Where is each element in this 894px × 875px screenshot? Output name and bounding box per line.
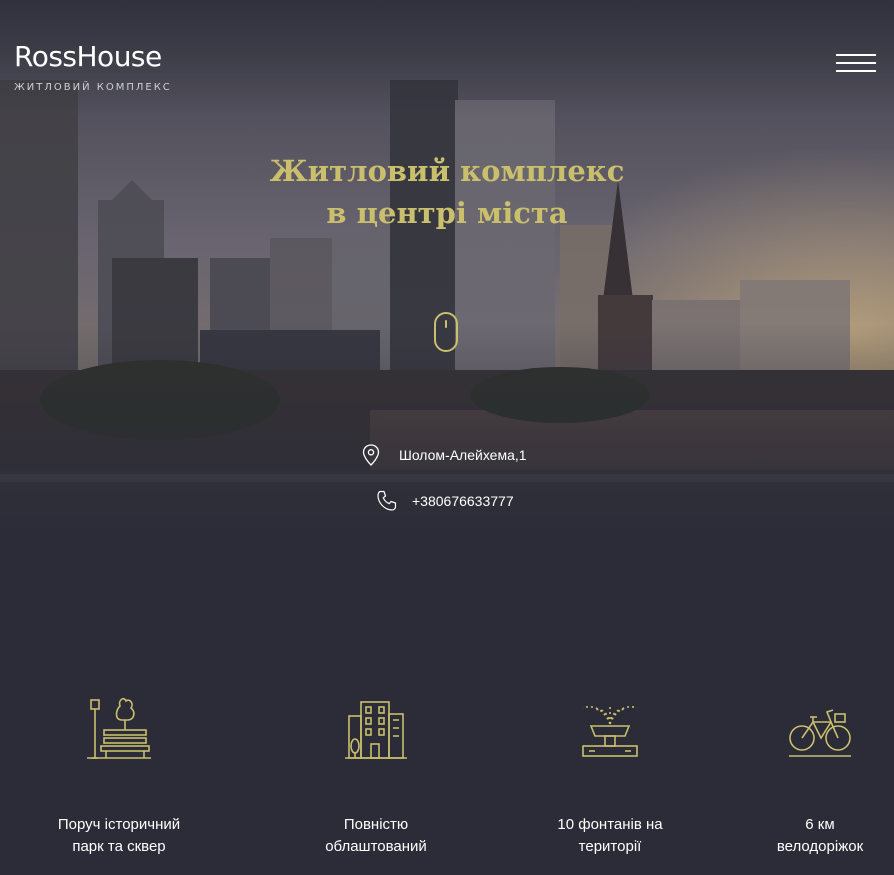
- feature-building: Повністю облаштований: [266, 690, 486, 855]
- feature-label-line-1: Поруч історичний: [57, 816, 181, 833]
- feature-fountains: 10 фонтанів на території: [500, 690, 720, 855]
- feature-label-line-1: 10 фонтанів на: [557, 816, 663, 833]
- headline-line-1: Житловий комплекс: [269, 154, 625, 188]
- feature-bike-paths: 6 км велодоріжок: [710, 690, 894, 855]
- menu-line: [836, 62, 876, 64]
- menu-line: [836, 70, 876, 72]
- address-contact[interactable]: Шолом-Алейхема,1: [362, 444, 527, 466]
- headline-line-2: в центрі міста: [326, 196, 568, 230]
- logo-tagline: ЖИТЛОВИЙ КОМПЛЕКС: [14, 82, 172, 93]
- feature-label-line-1: 6 км: [805, 816, 835, 833]
- fountain-icon: [582, 704, 638, 757]
- feature-label: 6 км велодоріжок: [710, 814, 894, 858]
- feature-label: Повністю облаштований: [266, 814, 486, 858]
- feature-label-line-1: Повністю: [343, 816, 409, 833]
- menu-line: [836, 54, 876, 56]
- address-text: Шолом-Алейхема,1: [399, 447, 527, 463]
- bicycle-icon: [789, 709, 851, 757]
- phone-text: +380676633777: [412, 493, 514, 509]
- features-section: Поруч історичний парк та сквер Повністю …: [0, 690, 894, 875]
- map-pin-icon: [362, 444, 380, 466]
- hero-headline: Житловий комплекс в центрі міста: [0, 150, 894, 234]
- feature-label-line-2: облаштований: [325, 838, 427, 855]
- phone-icon: [377, 490, 397, 511]
- feature-label-line-2: парк та сквер: [72, 838, 166, 855]
- hamburger-icon[interactable]: [836, 52, 878, 74]
- logo[interactable]: RossHouse ЖИТЛОВИЙ КОМПЛЕКС: [14, 40, 172, 94]
- phone-contact[interactable]: +380676633777: [376, 490, 514, 512]
- feature-label-line-2: території: [578, 838, 642, 855]
- building-icon: [345, 701, 407, 759]
- feature-label: 10 фонтанів на території: [500, 814, 720, 858]
- feature-label-line-2: велодоріжок: [776, 838, 864, 855]
- feature-label: Поруч історичний парк та сквер: [9, 814, 229, 858]
- logo-name: RossHouse: [14, 40, 162, 73]
- feature-park: Поруч історичний парк та сквер: [9, 690, 229, 855]
- park-bench-icon: [87, 698, 151, 759]
- mouse-icon[interactable]: [434, 312, 458, 352]
